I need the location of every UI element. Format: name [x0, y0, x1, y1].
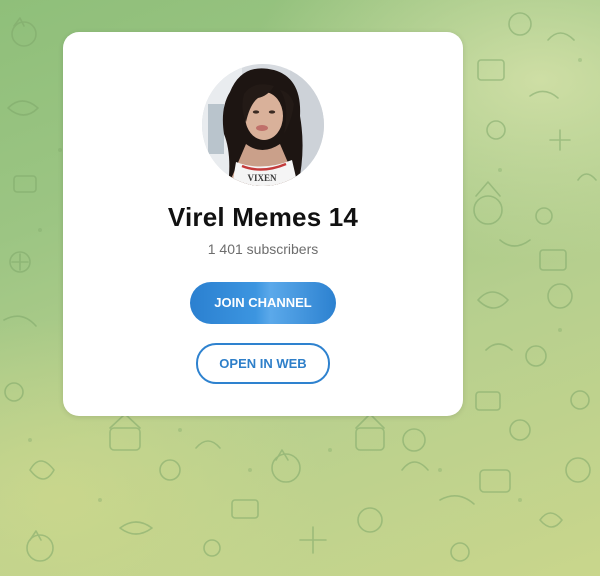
subscriber-count: 1 401 subscribers: [207, 241, 319, 257]
channel-avatar: VIXEN: [202, 64, 324, 186]
open-in-web-button[interactable]: OPEN IN WEB: [196, 343, 330, 384]
channel-title: Virel Memes 14: [167, 202, 359, 232]
svg-text:VIXEN: VIXEN: [247, 173, 277, 183]
channel-card: VIXEN Virel Memes 14 1 401 subscribers J…: [63, 32, 463, 416]
avatar-photo: VIXEN: [202, 64, 324, 186]
join-channel-button[interactable]: JOIN CHANNEL: [190, 282, 336, 324]
